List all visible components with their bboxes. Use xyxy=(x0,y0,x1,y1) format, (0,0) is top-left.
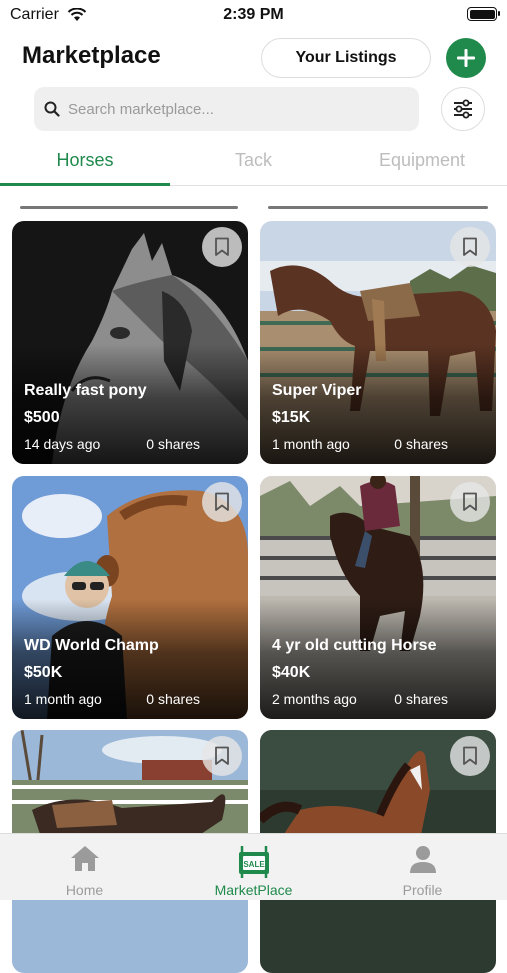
clock: 2:39 PM xyxy=(223,6,284,23)
listing-card[interactable]: Really fast pony $500 14 days ago 0 shar… xyxy=(12,221,248,464)
sale-badge-text: SALE xyxy=(243,860,265,869)
add-listing-button[interactable] xyxy=(446,38,486,78)
nav-profile-label: Profile xyxy=(402,882,443,898)
listing-price: $50K xyxy=(24,664,63,681)
home-icon xyxy=(70,846,99,871)
person-icon xyxy=(409,846,436,873)
listing-title: WD World Champ xyxy=(24,637,159,654)
bookmark-icon xyxy=(463,492,477,511)
nav-marketplace[interactable]: SALE MarketPlace xyxy=(169,834,338,901)
active-tab-indicator xyxy=(0,183,170,186)
listing-price: $40K xyxy=(272,664,311,681)
bookmark-button[interactable] xyxy=(450,227,490,267)
listing-shares: 0 shares xyxy=(394,436,448,452)
listing-age: 1 month ago xyxy=(24,691,102,707)
search-icon xyxy=(44,101,60,117)
bookmark-icon xyxy=(215,746,229,765)
sale-sign-icon: SALE xyxy=(238,846,269,878)
bookmark-icon xyxy=(463,746,477,765)
your-listings-button[interactable]: Your Listings xyxy=(261,38,431,78)
tab-horses[interactable]: Horses xyxy=(0,150,170,171)
bookmark-button[interactable] xyxy=(450,736,490,776)
listing-shares: 0 shares xyxy=(394,691,448,707)
filter-button[interactable] xyxy=(441,87,485,131)
listing-age: 1 month ago xyxy=(272,436,350,452)
listing-age: 2 months ago xyxy=(272,691,357,707)
nav-home[interactable]: Home xyxy=(0,834,169,901)
bookmark-icon xyxy=(463,237,477,256)
bookmark-icon xyxy=(215,492,229,511)
card-edge xyxy=(20,206,238,209)
listing-shares: 0 shares xyxy=(146,691,200,707)
search-bar[interactable] xyxy=(34,87,419,131)
card-edge xyxy=(268,206,488,209)
bookmark-icon xyxy=(215,237,229,256)
bottom-tab-bar: Home SALE MarketPlace Profile xyxy=(0,833,507,900)
listing-title: 4 yr old cutting Horse xyxy=(272,637,437,654)
plus-icon xyxy=(457,49,475,67)
nav-home-label: Home xyxy=(65,882,104,898)
tab-equipment[interactable]: Equipment xyxy=(337,150,507,171)
listing-shares: 0 shares xyxy=(146,436,200,452)
category-tabs: Horses Tack Equipment xyxy=(0,140,507,186)
listing-price: $500 xyxy=(24,409,60,426)
status-bar: Carrier 2:39 PM xyxy=(0,0,507,30)
nav-marketplace-label: MarketPlace xyxy=(214,882,293,898)
listing-card[interactable]: Super Viper $15K 1 month ago 0 shares xyxy=(260,221,496,464)
bookmark-button[interactable] xyxy=(450,482,490,522)
bookmark-button[interactable] xyxy=(202,227,242,267)
bookmark-button[interactable] xyxy=(202,482,242,522)
sliders-icon xyxy=(454,99,472,119)
listing-price: $15K xyxy=(272,409,311,426)
bookmark-button[interactable] xyxy=(202,736,242,776)
battery-icon xyxy=(467,7,500,21)
listing-age: 14 days ago xyxy=(24,436,101,452)
tab-tack[interactable]: Tack xyxy=(170,150,337,171)
page-title: Marketplace xyxy=(22,42,161,69)
listing-title: Really fast pony xyxy=(24,382,147,399)
search-input[interactable] xyxy=(66,99,390,119)
nav-profile[interactable]: Profile xyxy=(338,834,507,901)
listing-card[interactable]: 4 yr old cutting Horse $40K 2 months ago… xyxy=(260,476,496,719)
listing-title: Super Viper xyxy=(272,382,362,399)
listing-card[interactable]: WD World Champ $50K 1 month ago 0 shares xyxy=(12,476,248,719)
